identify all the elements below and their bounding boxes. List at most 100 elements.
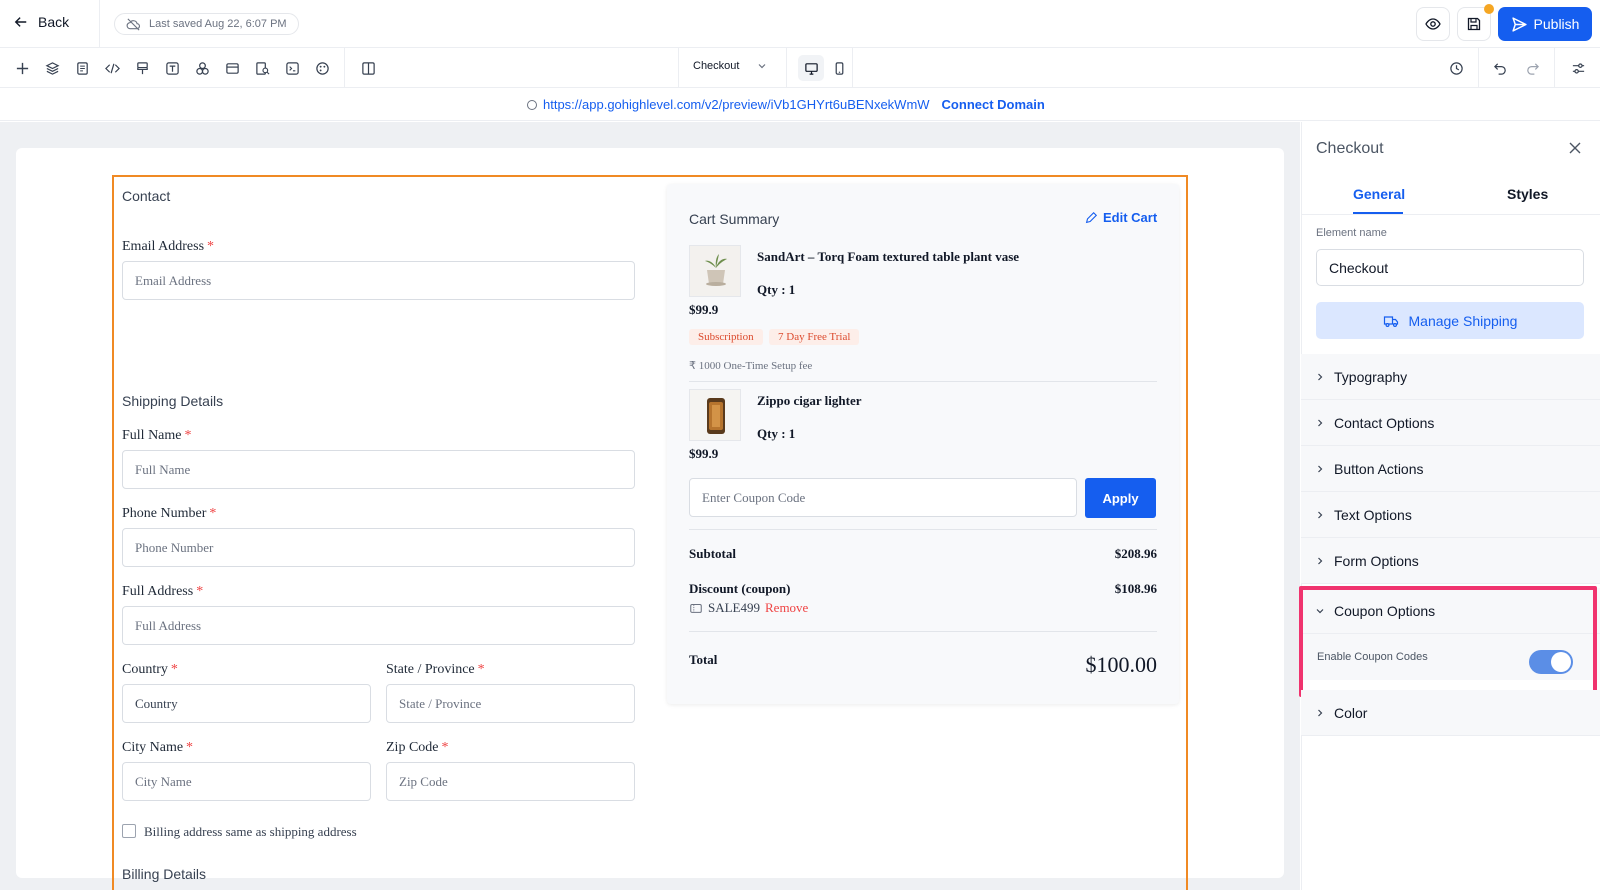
- mobile-view-button[interactable]: [829, 58, 849, 78]
- product-price: $99.9: [689, 446, 719, 461]
- close-icon[interactable]: [1567, 140, 1583, 156]
- zip-field[interactable]: Zip Code: [386, 762, 635, 801]
- apply-coupon-button[interactable]: Apply: [1085, 478, 1156, 518]
- fullname-field[interactable]: Full Name: [122, 450, 635, 489]
- preview-button[interactable]: [1416, 7, 1450, 41]
- layers-button[interactable]: [42, 58, 62, 78]
- discount-label: Discount (coupon): [689, 581, 791, 596]
- chevron-right-icon: [1318, 419, 1323, 426]
- coupon-code-input[interactable]: Enter Coupon Code: [689, 478, 1077, 517]
- divider: [99, 0, 100, 48]
- cart-summary-title: Cart Summary: [689, 211, 780, 227]
- save-icon: [1467, 17, 1481, 31]
- coupon-options-section[interactable]: Coupon Options: [1301, 588, 1600, 634]
- connect-domain-link[interactable]: Connect Domain: [942, 97, 1045, 112]
- state-field[interactable]: State / Province: [386, 684, 635, 723]
- email-field[interactable]: Email Address: [122, 261, 635, 300]
- contact-options-section[interactable]: Contact Options: [1301, 400, 1600, 446]
- total-value: $100.00: [1085, 652, 1158, 677]
- history-button[interactable]: [1446, 58, 1466, 78]
- section-label: Coupon Options: [1334, 602, 1436, 619]
- address-field[interactable]: Full Address: [122, 606, 635, 645]
- tab-styles[interactable]: Styles: [1507, 186, 1548, 202]
- section-label: Form Options: [1334, 552, 1419, 569]
- ticket-icon: [690, 603, 702, 613]
- publish-button[interactable]: Publish: [1498, 7, 1592, 41]
- back-button[interactable]: Back: [14, 14, 69, 30]
- divider: [689, 381, 1157, 382]
- history-icon: [1449, 61, 1463, 75]
- split-view-button[interactable]: [358, 58, 378, 78]
- tabs-divider: [1301, 214, 1600, 215]
- product-qty: Qty : 1: [757, 426, 796, 441]
- form-options-section[interactable]: Form Options: [1301, 538, 1600, 584]
- chevron-right-icon: [1318, 709, 1323, 716]
- plus-icon: [16, 62, 28, 74]
- text-button[interactable]: [162, 58, 182, 78]
- product-price: $99.9: [689, 302, 719, 317]
- text-options-section[interactable]: Text Options: [1301, 492, 1600, 538]
- total-label: Total: [689, 652, 718, 667]
- code-icon: [104, 63, 120, 73]
- divider: [689, 529, 1157, 530]
- preview-url-link[interactable]: https://app.gohighlevel.com/v2/preview/i…: [543, 97, 930, 112]
- toggle-knob: [1551, 652, 1571, 672]
- billing-title: Billing Details: [122, 866, 207, 882]
- chevron-down-icon: [1316, 608, 1324, 613]
- mobile-icon: [835, 61, 843, 75]
- desktop-icon: [804, 62, 818, 75]
- last-saved-text: Last saved Aug 22, 6:07 PM: [149, 18, 287, 30]
- redo-button[interactable]: [1522, 58, 1542, 78]
- divider: [1478, 48, 1479, 88]
- publish-label: Publish: [1533, 16, 1580, 32]
- terminal-button[interactable]: [282, 58, 302, 78]
- arrow-left-icon: [14, 17, 27, 27]
- undo-button[interactable]: [1490, 58, 1510, 78]
- text-icon: [165, 61, 179, 75]
- state-label: State / Province *: [386, 662, 485, 677]
- shapes-button[interactable]: [192, 58, 212, 78]
- columns-icon: [361, 61, 375, 75]
- phone-field[interactable]: Phone Number: [122, 528, 635, 567]
- page-select-dropdown[interactable]: Checkout: [693, 60, 767, 72]
- pencil-icon: [1085, 211, 1098, 223]
- product-qty: Qty : 1: [757, 282, 796, 297]
- save-button[interactable]: [1457, 4, 1494, 41]
- paint-button[interactable]: [132, 58, 152, 78]
- palette-button[interactable]: [312, 58, 332, 78]
- fullname-label: Full Name *: [122, 428, 192, 443]
- editor-toolbar: Checkout: [0, 48, 1600, 88]
- manage-shipping-button[interactable]: Manage Shipping: [1316, 302, 1584, 339]
- add-element-button[interactable]: [12, 58, 32, 78]
- divider: [344, 48, 345, 88]
- typography-section[interactable]: Typography: [1301, 354, 1600, 400]
- button-actions-section[interactable]: Button Actions: [1301, 446, 1600, 492]
- billing-same-checkbox[interactable]: [122, 824, 136, 838]
- cloud-off-icon: [126, 17, 140, 31]
- contact-title: Contact: [122, 188, 171, 204]
- tab-general[interactable]: General: [1353, 186, 1405, 202]
- country-select[interactable]: Country: [122, 684, 371, 723]
- pages-button[interactable]: [72, 58, 92, 78]
- settings-button[interactable]: [1568, 58, 1588, 78]
- edit-cart-button[interactable]: Edit Cart: [1084, 210, 1157, 225]
- last-saved-badge: Last saved Aug 22, 6:07 PM: [114, 13, 299, 35]
- element-name-input[interactable]: Checkout: [1316, 249, 1584, 286]
- country-label: Country *: [122, 662, 178, 677]
- shapes-icon: [195, 61, 209, 75]
- billing-same-label: Billing address same as shipping address: [144, 824, 357, 839]
- desktop-view-button[interactable]: [801, 58, 821, 78]
- phone-label: Phone Number *: [122, 506, 217, 521]
- color-section[interactable]: Color: [1301, 690, 1600, 736]
- sections-button[interactable]: [222, 58, 242, 78]
- forms-button[interactable]: [252, 58, 272, 78]
- subtotal-label: Subtotal: [689, 546, 736, 561]
- code-button[interactable]: [102, 58, 122, 78]
- undo-icon: [1493, 62, 1506, 75]
- remove-coupon-link[interactable]: Remove: [765, 600, 808, 616]
- enable-coupon-label: Enable Coupon Codes: [1317, 651, 1428, 663]
- manage-shipping-label: Manage Shipping: [1408, 312, 1518, 329]
- unsaved-dot: [1484, 4, 1494, 14]
- enable-coupon-toggle[interactable]: [1529, 650, 1573, 674]
- city-field[interactable]: City Name: [122, 762, 371, 801]
